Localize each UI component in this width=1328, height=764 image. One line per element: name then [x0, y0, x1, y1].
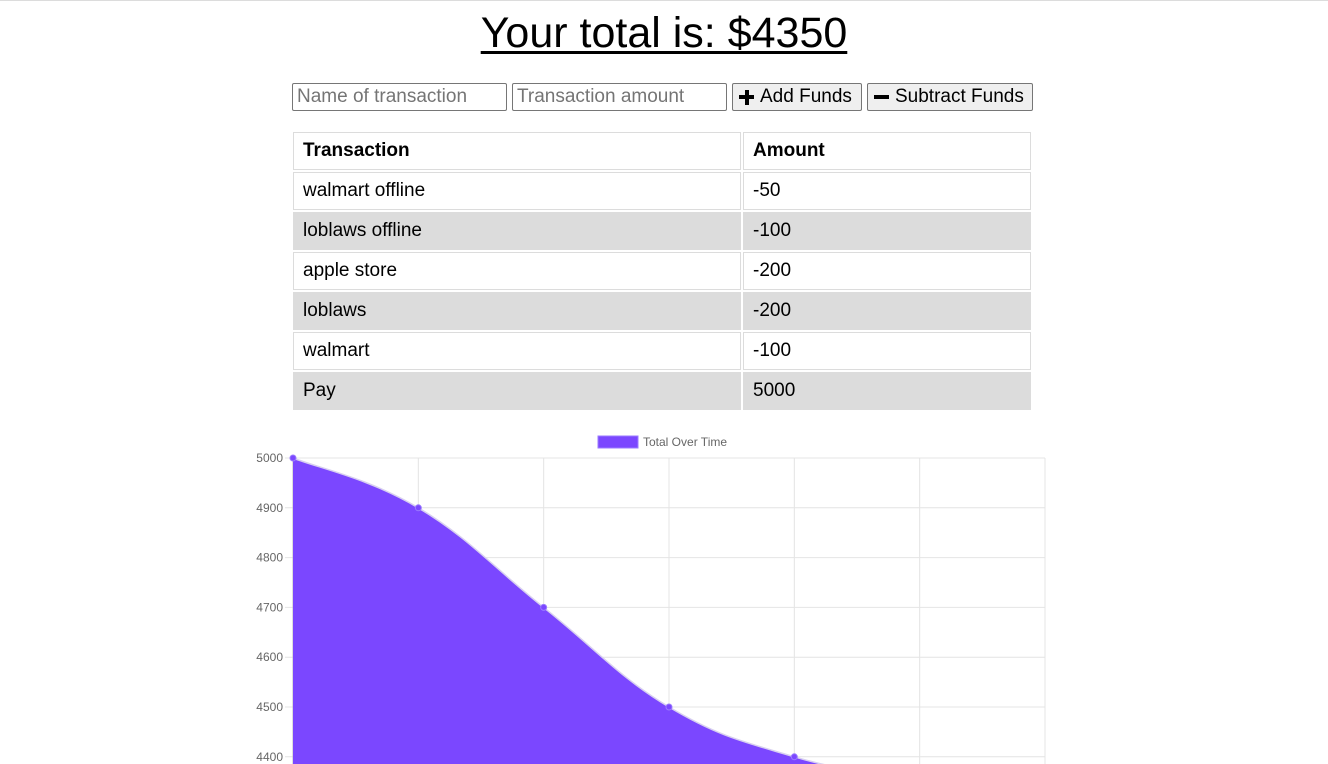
- column-header-transaction: Transaction: [293, 132, 741, 170]
- transaction-name-cell: Pay: [293, 372, 741, 410]
- transaction-amount-cell: -50: [743, 172, 1031, 210]
- subtract-funds-button[interactable]: Subtract Funds: [867, 83, 1033, 111]
- transaction-name-cell: walmart offline: [293, 172, 741, 210]
- table-row: walmart offline -50: [293, 172, 1031, 210]
- plus-icon: [739, 89, 754, 105]
- transaction-amount-cell: -200: [743, 252, 1031, 290]
- area-fill: [293, 458, 920, 764]
- y-tick-label: 4600: [256, 650, 283, 664]
- data-point: [790, 753, 798, 761]
- column-header-amount: Amount: [743, 132, 1031, 170]
- table-row: Pay 5000: [293, 372, 1031, 410]
- transaction-amount-input[interactable]: [512, 83, 727, 111]
- transaction-amount-cell: -200: [743, 292, 1031, 330]
- data-point: [665, 703, 673, 711]
- add-funds-button[interactable]: Add Funds: [732, 83, 862, 111]
- transaction-amount-cell: 5000: [743, 372, 1031, 410]
- y-tick-label: 4400: [256, 750, 283, 764]
- y-tick-label: 4900: [256, 501, 283, 515]
- y-tick-label: 5000: [256, 451, 283, 465]
- transactions-table: Transaction Amount walmart offline -50 l…: [291, 130, 1033, 412]
- transaction-name-cell: loblaws: [293, 292, 741, 330]
- table-row: loblaws offline -100: [293, 212, 1031, 250]
- minus-icon: [874, 90, 889, 105]
- table-row: walmart -100: [293, 332, 1031, 370]
- total-over-time-chart: 5000 4900 4800 4700 4600 4500 4400 Total Over T…: [256, 435, 1046, 764]
- transaction-name-cell: apple store: [293, 252, 741, 290]
- transaction-amount-cell: -100: [743, 212, 1031, 250]
- transaction-name-input[interactable]: [292, 83, 507, 111]
- legend-label: Total Over Time: [643, 435, 727, 449]
- table-row: apple store -200: [293, 252, 1031, 290]
- transaction-amount-cell: -100: [743, 332, 1031, 370]
- data-point: [414, 504, 422, 512]
- y-tick-label: 4700: [256, 600, 283, 614]
- subtract-funds-label: Subtract Funds: [895, 86, 1024, 107]
- legend-swatch: [597, 435, 639, 449]
- y-tick-label: 4800: [256, 551, 283, 565]
- page-title: Your total is: $4350: [0, 8, 1328, 58]
- add-funds-label: Add Funds: [760, 86, 852, 107]
- y-tick-label: 4500: [256, 700, 283, 714]
- table-header-row: Transaction Amount: [293, 132, 1031, 170]
- transaction-name-cell: walmart: [293, 332, 741, 370]
- total-text: Your total is: $4350: [480, 9, 848, 57]
- transaction-name-cell: loblaws offline: [293, 212, 741, 250]
- top-divider: [0, 0, 1328, 1]
- data-point: [540, 603, 548, 611]
- data-point: [289, 454, 297, 462]
- table-row: loblaws -200: [293, 292, 1031, 330]
